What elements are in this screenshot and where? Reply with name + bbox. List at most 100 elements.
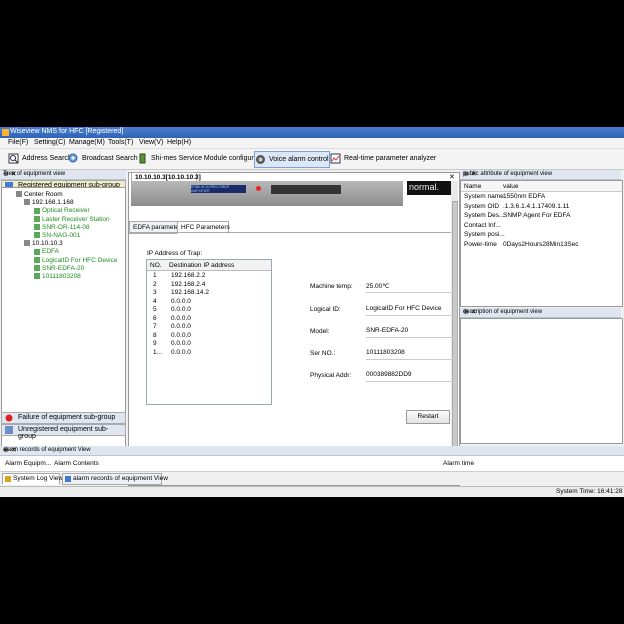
voice-alarm-icon [256,155,265,164]
table-row[interactable]: System posi... [461,231,622,240]
tree-node[interactable]: LogicalID For HFC Device [34,257,118,264]
pin-icon[interactable]: ⊕ ✕ [3,170,122,178]
unregistered-group-header[interactable]: Unregistered equipment sub-group [1,424,126,440]
device-icon [34,256,40,263]
attr-value: 1550nm EDFA [503,193,546,200]
toolbar: Address Search Broadcast Search Shi-mes … [0,149,624,170]
failure-group-header[interactable]: Failure of equipment sub-group [1,412,126,424]
menu-manage[interactable]: Manage(M) [69,139,105,146]
table-row[interactable]: 2 192.168.2.4 [147,281,271,289]
tree-node[interactable]: Center Room [16,191,63,198]
table-row[interactable]: 9 0.0.0.0 [147,340,271,348]
table-row[interactable]: 4 0.0.0.0 [147,298,271,306]
tree-panel-header: Tree of equipment view ⊕ ✕ [0,170,126,180]
window-title: Wiseview NMS for HFC [Registered] [10,128,124,135]
alarm-panel-header: alarm records of equipment View ⊕ ✕ [0,446,624,456]
device-icon [34,215,40,222]
address-search-button[interactable]: Address Search [8,151,72,166]
module-config-button[interactable]: Shi-mes Service Module configuration [137,151,269,166]
voice-alarm-button[interactable]: Voice alarm control [254,151,330,168]
tab-system-log-view[interactable]: System Log View [2,473,63,485]
pin-icon[interactable]: ⊕ ✕ [3,446,620,454]
tree-node-label: EDFA [42,248,59,256]
table-row[interactable]: 7 0.0.0.0 [147,323,271,331]
tree-node-label: Laster Receiver Station [42,215,110,223]
tree-node-label: Optical Receiver [42,207,90,215]
table-row[interactable]: Contact Inf... [461,222,622,231]
field-value: 25.00℃ [366,282,454,293]
pin-icon[interactable]: ⊕ ✕ [463,170,617,178]
table-row[interactable]: System OID .1.3.6.1.4.1.17409.1.11 [461,203,622,212]
tree-node[interactable]: Laster Receiver Station [34,216,110,223]
trap-row-number: 9 [153,340,157,347]
table-row[interactable]: 1... 0.0.0.0 [147,349,271,357]
server-icon [24,199,30,206]
broadcast-search-button[interactable]: Broadcast Search [68,151,138,166]
pin-icon[interactable]: ⊕ ✕ [463,308,617,316]
app-icon [2,129,9,136]
description-panel [460,318,623,444]
restart-button[interactable]: Restart [406,410,450,424]
table-row[interactable]: 8 0.0.0.0 [147,332,271,340]
menu-setting[interactable]: Setting(C) [34,139,66,146]
field-label: Machine temp: [310,283,353,290]
tree-node[interactable]: Optical Receiver [34,207,90,214]
field-label: Model: [310,328,330,335]
trap-title: IP Address of Trap: [147,250,203,257]
table-row[interactable]: 3 192.168.14.2 [147,289,271,297]
trap-ip-table: NO. Destination IP address 1 192.168.2.2 2… [146,259,272,405]
tree-node[interactable]: EDFA [34,248,59,255]
table-row[interactable]: System name 1550nm EDFA [461,193,622,202]
analyzer-button[interactable]: Real-time parameter analyzer [330,151,436,166]
field-label: Ser NO.: [310,350,336,357]
alarm-icon [65,476,71,482]
tree-node-label: 10111803208 [42,273,81,280]
tree-node-label: LogicalID For HFC Device [42,256,118,264]
menu-tools[interactable]: Tools(T) [108,139,133,146]
attr-name: Contact Inf... [464,221,501,229]
table-row[interactable]: 1 192.168.2.2 [147,272,271,280]
trap-row-number: 2 [153,280,157,288]
tree-node[interactable]: 192.168.1.168 [24,199,74,206]
table-row[interactable]: System Des... SNMP Agent For EDFA [461,212,622,221]
module-config-icon [139,153,146,164]
device-lcd: ERBIUM DOPED FIBER AMPLIFIER [191,185,246,193]
device-icon [34,224,40,231]
tree-node-label: Center Room [24,191,63,198]
trap-row-ip: 0.0.0.0 [171,323,191,330]
attr-name: System posi... [464,231,505,238]
led-indicator [256,186,261,191]
device-icon [34,248,40,255]
tree-node[interactable]: SN-NAG-001 [34,232,80,239]
broadcast-search-icon [68,153,78,163]
menu-view[interactable]: View(V) [139,139,163,146]
failure-icon [5,414,13,422]
table-row[interactable]: 6 0.0.0.0 [147,315,271,323]
table-row[interactable]: Power-time 0Days2Hours28Min13Sec [461,241,622,250]
attr-name: Power-time [464,240,497,248]
tree-node[interactable]: 10111803208 [34,273,81,280]
address-search-icon [8,153,19,164]
field-value: 10111803208 [366,349,454,360]
menu-file[interactable]: File(F) [8,139,28,146]
tree-node[interactable]: 10.10.10.3 [24,240,63,247]
trap-row-ip: 0.0.0.0 [171,340,191,347]
tree-node-label: 10.10.10.3 [32,240,63,248]
menu-help[interactable]: Help(H) [167,139,191,146]
tree-node[interactable]: SNR-OR-114-08 [34,224,90,231]
tab-alarm-records[interactable]: alarm records of equipment View [62,473,168,485]
status-bar: System Time: 16:41:28 [0,486,624,497]
device-icon [34,207,40,214]
tree-node[interactable]: SNR-EDFA-20 [34,265,84,272]
description-header: description of equipment view ⊕ ✕ [460,308,621,318]
close-doc-icon[interactable]: ✕ [449,173,455,181]
system-time: System Time: 16:41:28 [556,488,623,495]
attr-value: SNMP Agent For EDFA [503,212,571,219]
public-attr-header: public attribute of equipment view ⊕ ✕ [460,170,621,180]
trap-row-ip: 192.168.2.4 [171,280,206,288]
device-icon [34,273,40,280]
attr-name: System OID [464,202,500,210]
trap-row-ip: 0.0.0.0 [171,331,191,339]
public-attr-header-row: Name value [461,181,622,192]
table-row[interactable]: 5 0.0.0.0 [147,306,271,314]
